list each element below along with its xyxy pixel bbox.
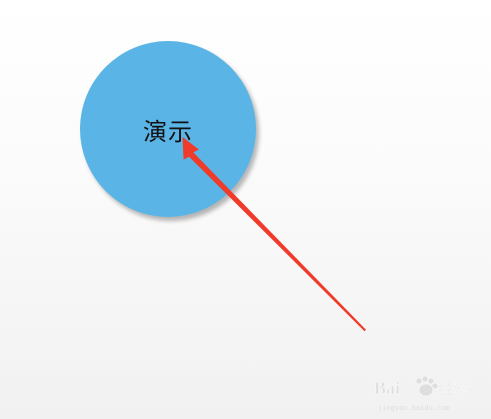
baidu-watermark-logo: Bai 经验 jingyan.baidu.com <box>372 374 484 414</box>
circle-label: 演示 <box>143 117 193 146</box>
slide-canvas: 演示 Bai 经验 jingyan.baidu.com <box>0 0 491 419</box>
svg-text:经验: 经验 <box>438 379 470 398</box>
svg-text:Bai: Bai <box>374 378 400 398</box>
svg-text:jingyan.baidu.com: jingyan.baidu.com <box>378 404 450 412</box>
